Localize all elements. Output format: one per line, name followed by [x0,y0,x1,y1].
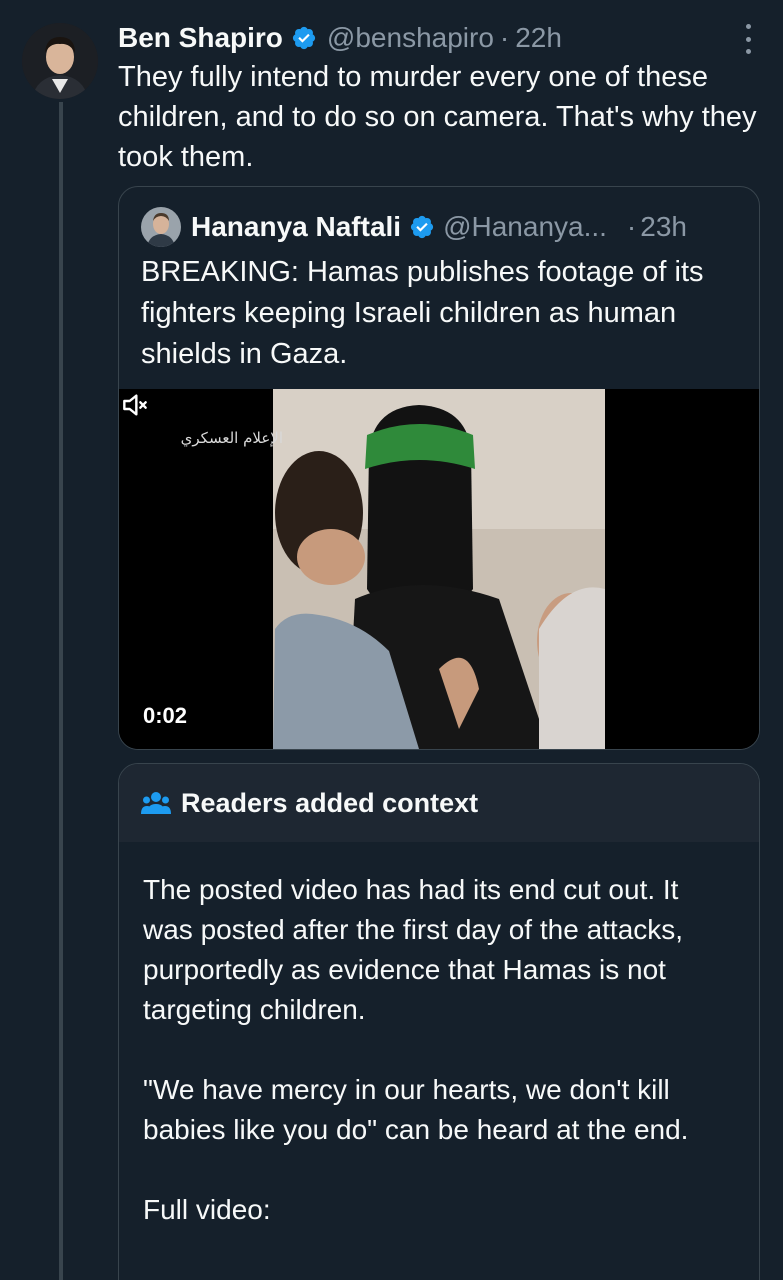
quoted-tweet-timestamp[interactable]: 23h [640,211,687,243]
tweet-text: They fully intend to murder every one of… [118,61,757,173]
community-note-header[interactable]: Readers added context [119,764,759,842]
separator-dot: · [626,211,637,242]
video-player[interactable]: الإعلام العسكري 0:02 [119,389,759,749]
tweet-timestamp[interactable]: 22h [515,22,562,54]
people-group-icon [141,792,171,814]
community-note-body: The posted video has had its end cut out… [119,842,759,1230]
community-note-title: Readers added context [181,787,479,818]
note-paragraph: The posted video has had its end cut out… [143,874,684,1025]
note-paragraph: Full video: [143,1194,271,1225]
separator-dot: · [499,22,510,53]
verified-badge-icon [292,26,316,50]
author-handle[interactable]: @benshapiro [327,22,494,54]
quoted-author-avatar[interactable] [141,207,181,247]
quoted-tweet[interactable]: Hananya Naftali @Hananya... · 23h BREAKI… [118,186,760,750]
quoted-author-name[interactable]: Hananya Naftali [191,211,401,243]
note-paragraph: "We have mercy in our hearts, we don't k… [143,1074,689,1145]
tweet-header: Ben Shapiro @benshapiro · 22h [118,18,755,58]
author-name[interactable]: Ben Shapiro [118,22,283,54]
author-avatar[interactable] [22,23,98,99]
video-watermark: الإعلام العسكري [180,429,283,447]
community-note: Readers added context The posted video h… [118,763,760,1280]
verified-badge-icon [410,215,434,239]
video-time-display: 0:02 [143,703,188,728]
more-vertical-icon[interactable] [743,24,753,54]
volume-muted-icon[interactable] [119,389,151,421]
quoted-tweet-text: BREAKING: Hamas publishes footage of its… [141,256,704,370]
quoted-tweet-header: Hananya Naftali @Hananya... · 23h [141,207,739,247]
quoted-author-handle[interactable]: @Hananya... [443,211,607,243]
thread-line [59,102,63,1280]
